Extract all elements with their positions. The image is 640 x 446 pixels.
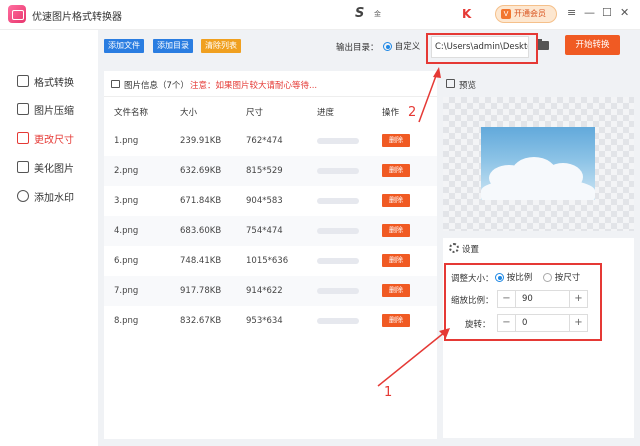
arrow-head-1 [439, 328, 450, 338]
annotation-number-2: 2 [408, 105, 417, 120]
annotation-arrows [377, 67, 450, 387]
arrow-line-2 [418, 72, 438, 123]
annotation-number-1: 1 [384, 385, 393, 400]
arrow-line-1 [377, 331, 446, 387]
arrow-head-2 [433, 67, 441, 78]
